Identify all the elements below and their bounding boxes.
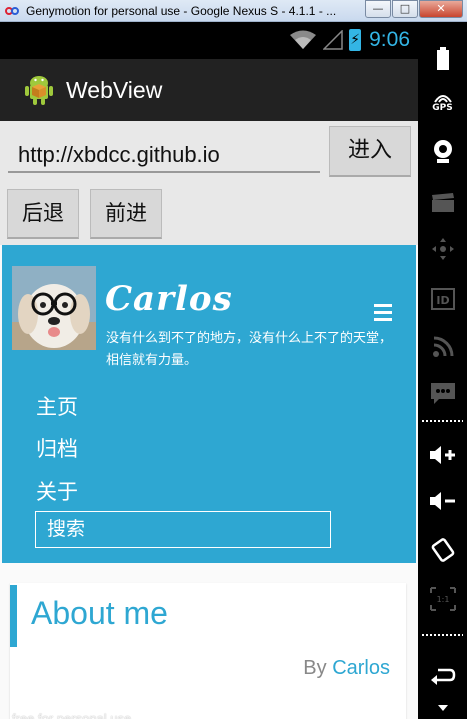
svg-text:ID: ID <box>436 294 449 307</box>
maximize-button[interactable]: □ <box>392 0 418 18</box>
webcam-icon[interactable] <box>418 136 467 168</box>
panel-divider-2 <box>422 634 463 636</box>
post-title[interactable]: About me <box>31 595 168 632</box>
site-nav-about[interactable]: 关于 <box>36 476 78 506</box>
post-accent-bar <box>10 585 17 647</box>
wifi-icon <box>290 30 317 49</box>
volume-up-icon[interactable] <box>418 440 467 470</box>
site-name[interactable]: Carlos <box>105 279 233 319</box>
dpad-icon[interactable] <box>418 234 467 264</box>
url-row: 进入 <box>0 121 418 181</box>
site-header: Carlos 没有什么到不了的地方，没有什么上不了的天堂，相信就有力量。 主页 … <box>2 245 416 563</box>
action-bar: WebView <box>0 59 418 121</box>
id-icon[interactable]: ID <box>418 284 467 314</box>
clapper-icon[interactable] <box>418 188 467 218</box>
site-search-input[interactable]: 搜索 <box>35 511 331 548</box>
svg-text:1:1: 1:1 <box>436 595 449 604</box>
signal-icon <box>323 30 343 50</box>
forward-button[interactable]: 前进 <box>90 189 162 239</box>
site-tagline: 没有什么到不了的地方，没有什么上不了的天堂，相信就有力量。 <box>106 331 393 368</box>
site-nav-archive[interactable]: 归档 <box>36 433 78 463</box>
hamburger-menu-icon[interactable] <box>374 304 392 321</box>
dog-avatar-image <box>12 266 96 350</box>
post-byline: By Carlos <box>303 657 390 680</box>
status-clock: 9:06 <box>369 28 410 51</box>
battery-control-icon[interactable] <box>418 44 467 74</box>
genymotion-logo-icon <box>5 5 21 17</box>
post-author-link[interactable]: Carlos <box>332 657 390 679</box>
rss-icon[interactable] <box>418 332 467 362</box>
window-title-bar[interactable]: Genymotion for personal use - Google Nex… <box>0 0 467 22</box>
enter-button[interactable]: 进入 <box>329 126 411 177</box>
panel-divider <box>422 420 463 422</box>
app-title: WebView <box>66 76 163 103</box>
post-card: About me By Carlos <box>10 583 406 719</box>
scale-icon[interactable]: 1:1 <box>418 584 467 614</box>
volume-down-icon[interactable] <box>418 486 467 516</box>
chevron-down-icon[interactable] <box>418 702 467 714</box>
battery-icon: ⚡ <box>349 29 362 51</box>
close-button[interactable]: ✕ <box>419 0 463 18</box>
window-title: Genymotion for personal use - Google Nex… <box>26 3 337 18</box>
url-input[interactable] <box>8 129 320 173</box>
status-bar: ⚡ 9:06 <box>0 22 418 59</box>
android-robot-icon <box>25 76 53 105</box>
sms-icon[interactable] <box>418 378 467 410</box>
avatar[interactable] <box>12 266 96 350</box>
browser-nav-row: 后退 前进 <box>0 187 418 243</box>
back-icon[interactable] <box>418 662 467 692</box>
back-button[interactable]: 后退 <box>7 189 79 239</box>
genymotion-side-panel: GPS ID 1:1 <box>418 22 467 719</box>
watermark: free for personal use <box>12 711 132 719</box>
webview[interactable]: Carlos 没有什么到不了的地方，没有什么上不了的天堂，相信就有力量。 主页 … <box>0 245 418 719</box>
gps-control-icon[interactable]: GPS <box>418 88 467 118</box>
byline-prefix: By <box>303 657 333 679</box>
phone-screen: ⚡ 9:06 WebView 进入 后退 前进 <box>0 22 418 719</box>
rotate-icon[interactable] <box>418 534 467 566</box>
site-nav-home[interactable]: 主页 <box>36 391 78 421</box>
minimize-button[interactable]: — <box>365 0 391 18</box>
gps-label: GPS <box>432 103 453 113</box>
